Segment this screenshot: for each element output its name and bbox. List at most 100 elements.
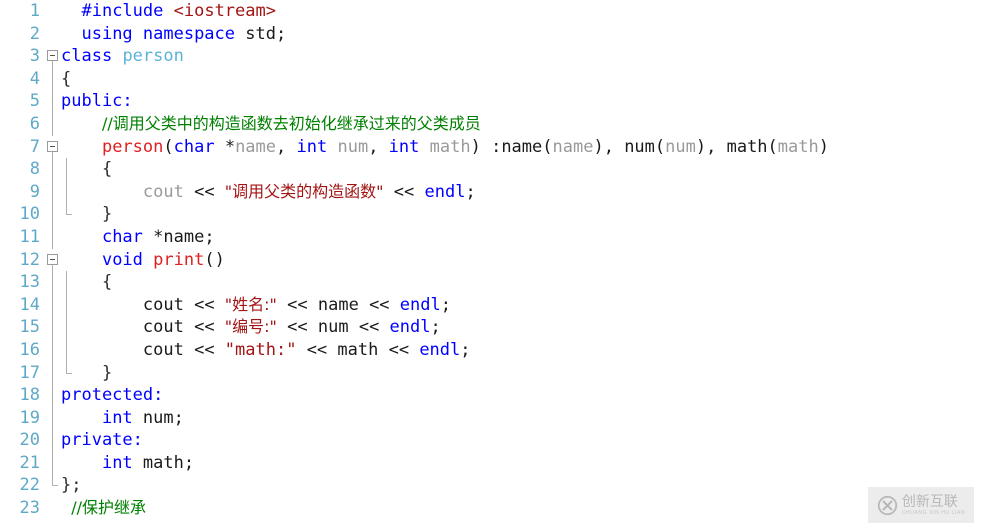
line-number: 16 (19, 339, 40, 360)
code-token: ; (173, 407, 184, 428)
code-token: person (101, 136, 164, 157)
code-line-text[interactable]: #include <iostream> (61, 0, 276, 23)
code-token: } (61, 362, 113, 383)
code-line[interactable]: 21 int math; (0, 451, 982, 475)
code-line-text[interactable]: } (61, 203, 112, 226)
fold-guide-line (52, 180, 53, 204)
code-line[interactable]: 10 } (0, 203, 982, 226)
line-number: 12 (19, 249, 40, 270)
code-line-text[interactable]: { (61, 158, 112, 181)
code-token: void (101, 249, 143, 270)
watermark-text: 创新互联 CHUANG XIN HU LIAN (902, 495, 965, 516)
code-token: }; (61, 475, 82, 496)
code-token: cout (142, 181, 184, 202)
code-line-text[interactable]: //保护继承 (61, 497, 146, 520)
line-number: 20 (19, 430, 40, 451)
code-token: << (183, 317, 225, 338)
fold-collapse-icon[interactable] (47, 140, 58, 152)
line-number: 21 (19, 452, 40, 473)
code-line[interactable]: 5 public: (0, 90, 982, 113)
fold-collapse-icon[interactable] (47, 50, 58, 62)
code-token: "编号:" (224, 317, 277, 337)
line-number: 11 (19, 226, 40, 247)
code-token: , (368, 136, 389, 157)
code-line-text[interactable]: int num; (61, 407, 184, 430)
code-line[interactable]: 18 protected: (0, 384, 982, 407)
code-token: << (183, 294, 225, 315)
code-line-text[interactable]: class person (61, 45, 184, 68)
code-line[interactable]: 19 int num; (0, 406, 982, 430)
code-line-text[interactable]: void print() (61, 249, 225, 272)
code-token: "调用父类的构造函数" (224, 181, 384, 201)
line-number: 7 (29, 136, 40, 157)
code-line-text[interactable]: cout << "编号:" << num << endl; (61, 316, 441, 339)
line-number: 3 (29, 46, 40, 67)
fold-column (46, 271, 62, 294)
code-line[interactable]: 16 cout << "math:" << math << endl; (0, 338, 982, 362)
code-lines-container[interactable]: 1 #include <iostream> 2 using namespace s… (0, 0, 982, 531)
code-line[interactable]: 23 //保护继承 (0, 497, 982, 520)
code-line[interactable]: 6 //调用父类中的构造函数去初始化继承过来的父类成员 (0, 112, 982, 136)
fold-collapse-icon[interactable] (47, 253, 58, 265)
code-line[interactable]: 17 } (0, 361, 982, 385)
code-token: print (153, 249, 205, 270)
code-line[interactable]: 4{ (0, 67, 982, 91)
code-line-text[interactable]: char *name; (61, 226, 215, 249)
code-line[interactable]: 11 char *name; (0, 225, 982, 249)
fold-guide-line (52, 293, 53, 317)
fold-guide-line (52, 112, 53, 136)
code-token: cout (142, 339, 184, 360)
code-editor[interactable]: 1 #include <iostream> 2 using namespace s… (0, 0, 982, 531)
code-token: name (235, 136, 277, 157)
fold-guide-line (52, 271, 53, 294)
fold-column (46, 497, 62, 520)
fold-column (46, 249, 62, 272)
code-line-text[interactable]: { (61, 68, 71, 91)
code-line-text[interactable]: public: (61, 90, 133, 113)
code-token: ( (654, 136, 666, 157)
code-token: ( (767, 136, 778, 157)
line-number: 9 (29, 181, 40, 202)
code-line[interactable]: 8 { (0, 158, 982, 181)
code-line-text[interactable]: private: (61, 429, 143, 452)
line-number: 8 (29, 159, 40, 180)
code-line-text[interactable]: { (61, 271, 112, 294)
code-line-text[interactable]: protected: (61, 384, 163, 407)
code-line-text[interactable]: cout << "math:" << math << endl; (61, 339, 471, 362)
fold-column (46, 0, 62, 23)
code-line[interactable]: 12 void print() (0, 249, 982, 272)
code-line[interactable]: 15 cout << "编号:" << num << endl; (0, 316, 982, 339)
code-token: << (276, 317, 318, 338)
code-line[interactable]: 13 { (0, 271, 982, 294)
code-line-text[interactable]: } (61, 362, 112, 385)
code-line[interactable]: 1 #include <iostream> (0, 0, 982, 23)
fold-guide-line (52, 338, 53, 362)
line-number: 5 (29, 91, 40, 112)
code-token: << (296, 339, 338, 360)
code-line-text[interactable]: }; (61, 474, 81, 497)
fold-column (46, 384, 62, 407)
code-token: char (173, 136, 215, 157)
code-line[interactable]: 22}; (0, 474, 982, 497)
code-line[interactable]: 9 cout << "调用父类的构造函数" << endl; (0, 180, 982, 204)
code-token: () (204, 249, 225, 270)
code-line[interactable]: 20 private: (0, 429, 982, 452)
code-line-text[interactable]: cout << "姓名:" << name << endl; (61, 294, 451, 317)
fold-end-tick (52, 485, 58, 487)
code-line-text[interactable]: person(char *name, int num, int math) :n… (61, 136, 829, 159)
code-line-text[interactable]: //调用父类中的构造函数去初始化继承过来的父类成员 (61, 113, 481, 136)
code-line-text[interactable]: cout << "调用父类的构造函数" << endl; (61, 181, 476, 204)
code-line[interactable]: 2 using namespace std; (0, 23, 982, 46)
code-line[interactable]: 14 cout << "姓名:" << name << endl; (0, 293, 982, 317)
code-line-text[interactable]: int math; (61, 452, 194, 475)
line-number: 13 (19, 272, 40, 293)
fold-column (46, 406, 62, 430)
code-line[interactable]: 7 person(char *name, int num, int math) … (0, 136, 982, 159)
code-token: #include (81, 1, 164, 21)
code-line-text[interactable]: using namespace std; (61, 23, 286, 46)
code-line[interactable]: 3 class person (0, 45, 982, 68)
